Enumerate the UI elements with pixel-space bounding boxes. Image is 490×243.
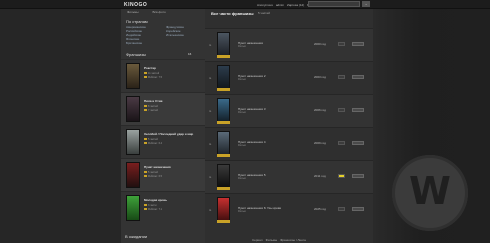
nav-user[interactable]: Anonymous bbox=[257, 3, 273, 7]
poster-caption bbox=[217, 154, 230, 157]
franchise-meta: 5 частей Рейтинг: 6.5 bbox=[144, 171, 162, 178]
sidebar: Фильмы Всё-фото По странам Американские … bbox=[121, 9, 205, 243]
left-margin bbox=[0, 9, 121, 243]
row-subtitle: Фильм bbox=[238, 144, 246, 147]
row-subtitle: Фильм bbox=[238, 111, 246, 114]
row-subtitle: Фильм bbox=[238, 78, 246, 81]
row-marker: ► bbox=[209, 142, 212, 146]
franchise-meta: 5 частей Рейтинг: 6.4 bbox=[144, 138, 162, 145]
row-marker: ► bbox=[209, 175, 212, 179]
poster-caption bbox=[217, 187, 230, 190]
breadcrumb-item[interactable]: Сериал bbox=[252, 238, 263, 242]
country-link[interactable]: Британские bbox=[126, 41, 146, 45]
row-action-button[interactable] bbox=[352, 174, 364, 178]
franchise-list: Рокстар 11 частей Рейтинг: 7.5 Пила и Ст… bbox=[121, 59, 205, 229]
subnav-photos[interactable]: Всё-фото bbox=[153, 10, 166, 14]
franchise-meta: 3 части Рейтинг: 7.1 bbox=[144, 204, 162, 211]
franchise-name[interactable]: Молодая кровь bbox=[144, 198, 202, 202]
row-year: 2006 год bbox=[314, 108, 326, 112]
franchise-item[interactable]: Молодая кровь 3 части Рейтинг: 7.1 bbox=[121, 191, 205, 224]
row-marker: ► bbox=[209, 109, 212, 113]
rating-box[interactable] bbox=[338, 75, 345, 79]
row-marker: ► bbox=[209, 208, 212, 212]
row-subtitle: Фильм bbox=[238, 210, 246, 213]
poster-caption bbox=[217, 88, 230, 91]
franchise-count: 16 bbox=[188, 52, 192, 56]
breadcrumb-item[interactable]: Франшизы / Лента bbox=[280, 238, 306, 242]
franchise-poster bbox=[126, 129, 140, 155]
franchise-poster bbox=[126, 162, 140, 188]
franchise-meta: 11 частей Рейтинг: 7.5 bbox=[144, 72, 162, 79]
page-title: Все части франшизы bbox=[211, 11, 254, 16]
top-bar: KINOGO Anonymous admin Zaprosa (12) Выхо… bbox=[0, 0, 490, 9]
table-row[interactable]: ► Пункт назначения Фильм 2000 год bbox=[205, 28, 373, 61]
franchise-name[interactable]: Рокстар bbox=[144, 66, 202, 70]
row-action-button[interactable] bbox=[352, 75, 364, 79]
search-button[interactable]: → bbox=[362, 1, 370, 7]
poster-caption bbox=[217, 55, 230, 58]
rating-box[interactable] bbox=[338, 207, 345, 211]
breadcrumb-item[interactable]: Фильмы bbox=[266, 238, 278, 242]
franchise-name[interactable]: Хеллбой / Последний удар и мир bbox=[144, 132, 202, 136]
table-row[interactable]: ► Пункт назначения 3 Фильм 2006 год bbox=[205, 94, 373, 127]
franchise-item[interactable]: Хеллбой / Последний удар и мир 5 частей … bbox=[121, 125, 205, 158]
subnav-films[interactable]: Фильмы bbox=[127, 10, 139, 14]
row-action-button[interactable] bbox=[352, 207, 364, 211]
row-year: 2025 год bbox=[314, 207, 326, 211]
franchise-poster bbox=[126, 63, 140, 89]
row-year: 2000 год bbox=[314, 42, 326, 46]
row-year: 2011 год bbox=[314, 174, 326, 178]
rating-box[interactable] bbox=[338, 42, 345, 46]
watermark-logo: W bbox=[392, 155, 468, 231]
row-year: 2003 год bbox=[314, 75, 326, 79]
countries-title: По странам bbox=[126, 19, 148, 24]
rating-box-highlighted[interactable] bbox=[338, 174, 345, 178]
row-action-button[interactable] bbox=[352, 141, 364, 145]
poster-caption bbox=[217, 220, 230, 223]
franchise-poster bbox=[126, 195, 140, 221]
row-subtitle: Фильм bbox=[238, 177, 246, 180]
franchise-item[interactable]: Пила и Стив 8 частей 7 частей bbox=[121, 92, 205, 125]
franchise-parts-list: ► Пункт назначения Фильм 2000 год ► Пунк… bbox=[205, 28, 373, 226]
franchise-meta: 8 частей 7 частей bbox=[144, 105, 158, 112]
site-logo[interactable]: KINOGO bbox=[124, 2, 147, 8]
franchise-name[interactable]: Пункт назначения bbox=[144, 165, 202, 169]
franchise-name[interactable]: Пила и Стив bbox=[144, 99, 202, 103]
row-marker: ► bbox=[209, 76, 212, 80]
row-subtitle: Фильм bbox=[238, 45, 246, 48]
franchise-title: Франшизы bbox=[126, 52, 146, 57]
table-row[interactable]: ► Пункт назначения 4 Фильм 2009 год bbox=[205, 127, 373, 160]
countries-links-left: Американские Российские Индийские Японск… bbox=[126, 25, 146, 45]
page-subtitle: 5 частей bbox=[258, 11, 270, 15]
main-content: Все части франшизы 5 частей ► Пункт назн… bbox=[205, 9, 373, 243]
franchise-poster bbox=[126, 96, 140, 122]
row-marker: ► bbox=[209, 43, 212, 47]
row-action-button[interactable] bbox=[352, 42, 364, 46]
franchise-item[interactable]: Пункт назначения 5 частей Рейтинг: 6.5 bbox=[121, 158, 205, 191]
nav-requests[interactable]: Zaprosa (12) bbox=[287, 3, 304, 7]
poster-caption bbox=[217, 121, 230, 124]
search-input[interactable] bbox=[308, 1, 360, 7]
table-row[interactable]: ► Пункт назначения 6: Узы крови Фильм 20… bbox=[205, 193, 373, 226]
rating-box[interactable] bbox=[338, 108, 345, 112]
table-row[interactable]: ► Пункт назначения 2 Фильм 2003 год bbox=[205, 61, 373, 94]
row-action-button[interactable] bbox=[352, 108, 364, 112]
nav-admin[interactable]: admin bbox=[276, 3, 284, 7]
rating-box[interactable] bbox=[338, 141, 345, 145]
breadcrumb: Сериал Фильмы Франшизы / Лента bbox=[252, 238, 306, 242]
table-row[interactable]: ► Пункт назначения 5 Фильм 2011 год bbox=[205, 160, 373, 193]
sidebar-subnav: Фильмы Всё-фото bbox=[127, 10, 166, 14]
countries-links-right: Французские Корейские Итальянские bbox=[166, 25, 184, 37]
franchise-item[interactable]: Рокстар 11 частей Рейтинг: 7.5 bbox=[121, 59, 205, 92]
row-year: 2009 год bbox=[314, 141, 326, 145]
upcoming-title: В ожидании bbox=[125, 234, 148, 239]
country-link[interactable]: Итальянские bbox=[166, 33, 184, 37]
